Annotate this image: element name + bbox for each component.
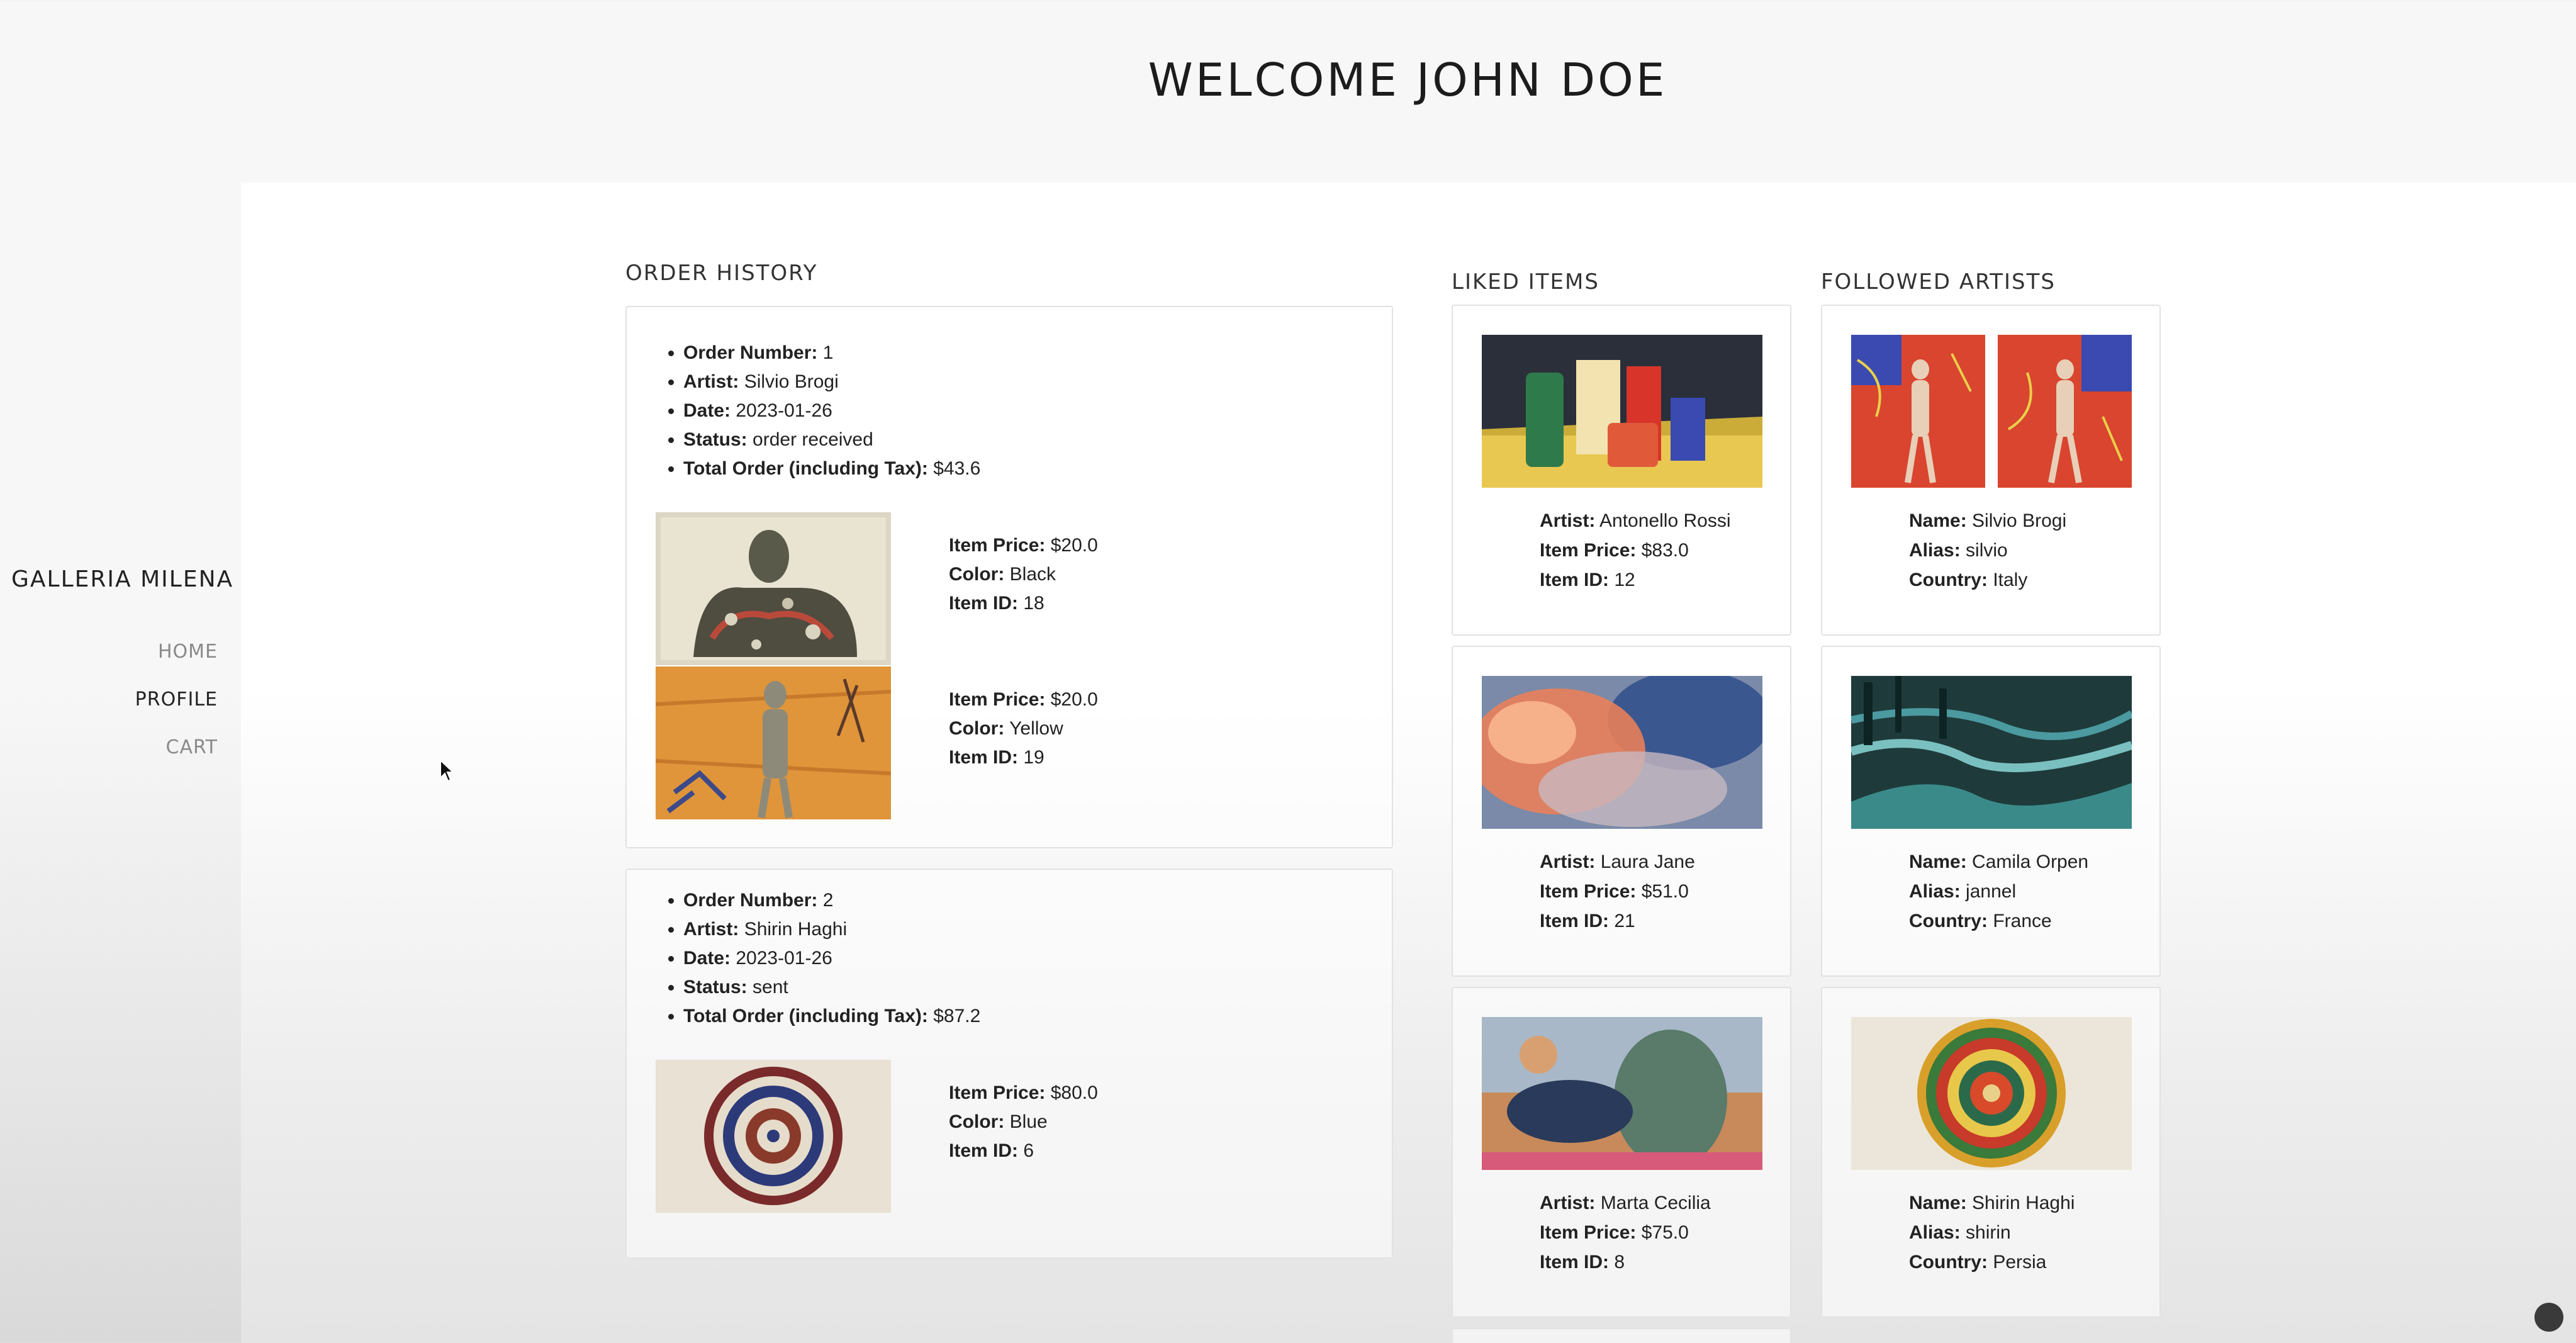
content-panel bbox=[241, 183, 2576, 1343]
walking-figures-image[interactable] bbox=[1851, 335, 2132, 488]
liked-items-title: LIKED ITEMS bbox=[1452, 269, 1599, 295]
liked-item-card: Artist: Laura Jane Item Price: $51.0 Ite… bbox=[1452, 646, 1791, 977]
followed-artists-title: FOLLOWED ARTISTS bbox=[1821, 269, 2056, 295]
mandala-painting-image[interactable] bbox=[656, 1060, 891, 1213]
followed-artist-card: Name: Camila Orpen Alias: jannel Country… bbox=[1821, 646, 2161, 977]
liked-item-info: Artist: Laura Jane Item Price: $51.0 Ite… bbox=[1540, 851, 1695, 931]
order-item-info: Item Price: $80.0 Color: Blue Item ID: 6 bbox=[949, 1082, 1098, 1161]
cloud-watercolor-image[interactable] bbox=[1482, 676, 1762, 829]
side-nav: HOME PROFILE CART bbox=[135, 642, 218, 785]
liked-item-card bbox=[1452, 1328, 1791, 1343]
order-item-row: Item Price: $20.0 Color: Yellow Item ID:… bbox=[627, 666, 1392, 821]
order-number-line: Order Number: 2 bbox=[683, 886, 1392, 915]
order-card: Order Number: 1 Artist: Silvio Brogi Dat… bbox=[625, 306, 1393, 848]
followed-artist-card: Name: Shirin Haghi Alias: shirin Country… bbox=[1821, 987, 2161, 1318]
order-details-list: Order Number: 1 Artist: Silvio Brogi Dat… bbox=[627, 307, 1392, 483]
liked-item-info: Artist: Marta Cecilia Item Price: $75.0 … bbox=[1540, 1193, 1711, 1273]
nav-profile-link[interactable]: PROFILE bbox=[135, 690, 218, 710]
liked-item-info: Artist: Antonello Rossi Item Price: $83.… bbox=[1540, 510, 1731, 590]
still-life-bottles-image[interactable] bbox=[1482, 335, 1762, 488]
page-title: WELCOME JOHN DOE bbox=[1148, 53, 1667, 106]
followed-artist-info: Name: Silvio Brogi Alias: silvio Country… bbox=[1909, 510, 2067, 590]
mouse-cursor-icon bbox=[440, 759, 454, 782]
followed-artist-info: Name: Shirin Haghi Alias: shirin Country… bbox=[1909, 1193, 2075, 1273]
followed-artist-info: Name: Camila Orpen Alias: jannel Country… bbox=[1909, 851, 2089, 931]
orange-figure-painting-image[interactable] bbox=[656, 666, 891, 819]
order-status-line: Status: order received bbox=[683, 425, 1392, 454]
surreal-landscape-image[interactable] bbox=[1482, 1017, 1762, 1170]
liked-item-card: Artist: Antonello Rossi Item Price: $83.… bbox=[1452, 305, 1791, 636]
order-date-line: Date: 2023-01-26 bbox=[683, 396, 1392, 425]
order-total-line: Total Order (including Tax): $43.6 bbox=[683, 454, 1392, 483]
screen-capture-icon[interactable] bbox=[2534, 1303, 2563, 1332]
order-status-line: Status: sent bbox=[683, 973, 1392, 1002]
order-item-row: Item Price: $80.0 Color: Blue Item ID: 6 bbox=[627, 1060, 1392, 1214]
order-artist-line: Artist: Shirin Haghi bbox=[683, 915, 1392, 944]
followed-artist-card: Name: Silvio Brogi Alias: silvio Country… bbox=[1821, 305, 2161, 636]
nav-cart-link[interactable]: CART bbox=[135, 738, 218, 758]
order-item-info: Item Price: $20.0 Color: Black Item ID: … bbox=[949, 535, 1098, 614]
order-details-list: Order Number: 2 Artist: Shirin Haghi Dat… bbox=[627, 870, 1392, 1031]
seated-figure-painting-image[interactable] bbox=[656, 512, 891, 665]
order-item-info: Item Price: $20.0 Color: Yellow Item ID:… bbox=[949, 689, 1098, 768]
order-total-line: Total Order (including Tax): $87.2 bbox=[683, 1002, 1392, 1031]
order-history-title: ORDER HISTORY bbox=[625, 261, 818, 286]
order-artist-line: Artist: Silvio Brogi bbox=[683, 368, 1392, 396]
order-card: Order Number: 2 Artist: Shirin Haghi Dat… bbox=[625, 868, 1393, 1259]
mandala-painting-image[interactable] bbox=[1851, 1017, 2132, 1170]
nav-home-link[interactable]: HOME bbox=[135, 642, 218, 662]
brand-name: GALLERIA MILENA bbox=[11, 566, 234, 592]
liked-item-card: Artist: Marta Cecilia Item Price: $75.0 … bbox=[1452, 987, 1791, 1318]
order-number-line: Order Number: 1 bbox=[683, 339, 1392, 368]
order-item-row: Item Price: $20.0 Color: Black Item ID: … bbox=[627, 512, 1392, 666]
order-date-line: Date: 2023-01-26 bbox=[683, 944, 1392, 973]
green-abstract-image[interactable] bbox=[1851, 676, 2132, 829]
